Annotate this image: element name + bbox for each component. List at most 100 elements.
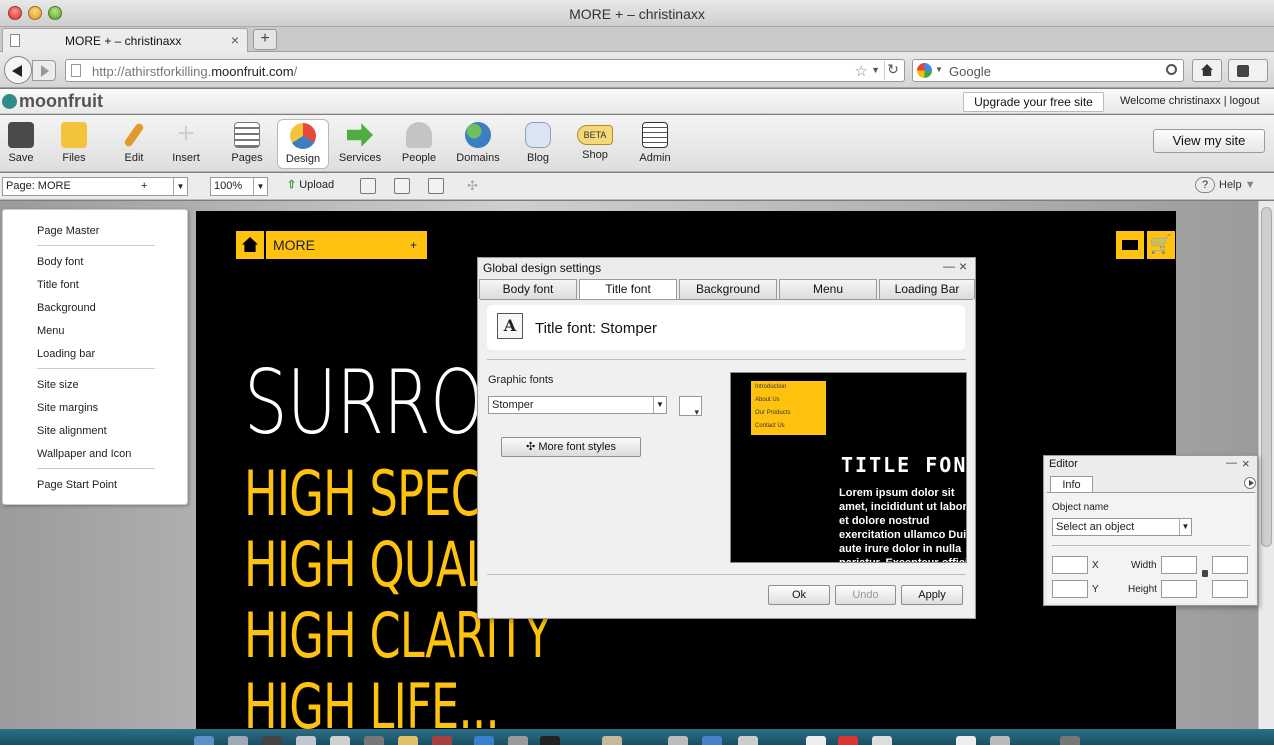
app-icon[interactable] bbox=[364, 736, 384, 745]
undo-button[interactable]: Undo bbox=[835, 585, 896, 605]
bookmark-star-icon[interactable]: ☆ bbox=[855, 62, 868, 80]
height-input[interactable] bbox=[1161, 580, 1197, 598]
minimize-icon[interactable]: — bbox=[943, 259, 955, 273]
help-button[interactable]: ? Help ▼ bbox=[1195, 177, 1256, 193]
site-tagline[interactable]: HIGH LIFE... bbox=[244, 676, 500, 730]
tool-save[interactable]: Save bbox=[0, 119, 47, 169]
app-icon[interactable] bbox=[432, 736, 452, 745]
mail-icon[interactable] bbox=[262, 736, 282, 745]
ok-button[interactable]: Ok bbox=[768, 585, 830, 605]
chevron-down-icon[interactable]: ▼ bbox=[653, 397, 666, 413]
design-item-menu[interactable]: Menu bbox=[37, 325, 65, 337]
browser-tab[interactable]: MORE + – christinaxx × bbox=[2, 28, 248, 52]
x-input[interactable] bbox=[1052, 556, 1088, 574]
expand-arrow-icon[interactable] bbox=[1244, 477, 1256, 489]
tool-pages[interactable]: Pages bbox=[221, 119, 273, 169]
tool-domains[interactable]: Domains bbox=[452, 119, 504, 169]
safari-icon[interactable] bbox=[296, 736, 316, 745]
design-item-loading-bar[interactable]: Loading bar bbox=[37, 348, 95, 360]
app-icon[interactable] bbox=[702, 736, 722, 745]
site-home-icon[interactable] bbox=[236, 231, 264, 259]
chevron-down-icon[interactable]: ▼ bbox=[253, 178, 267, 195]
tool-design[interactable]: Design bbox=[277, 119, 329, 169]
app-icon[interactable] bbox=[990, 736, 1010, 745]
app-icon[interactable] bbox=[540, 736, 560, 745]
copy-icon[interactable] bbox=[394, 178, 410, 194]
upload-button[interactable]: ⇧ Upload bbox=[287, 178, 334, 191]
site-mail-icon[interactable] bbox=[1116, 231, 1144, 259]
dashboard-icon[interactable] bbox=[228, 736, 248, 745]
design-item-background[interactable]: Background bbox=[37, 302, 96, 314]
finder-icon[interactable] bbox=[194, 736, 214, 745]
tool-people[interactable]: People bbox=[393, 119, 445, 169]
search-engine-dropdown-icon[interactable]: ▼ bbox=[935, 65, 943, 74]
tool-blog[interactable]: Blog bbox=[512, 119, 564, 169]
site-tagline[interactable]: HIGH SPEC bbox=[244, 463, 482, 525]
addon-button[interactable] bbox=[1228, 59, 1268, 82]
design-item-wallpaper-icon[interactable]: Wallpaper and Icon bbox=[37, 448, 131, 460]
chevron-down-icon[interactable]: ▼ bbox=[1179, 519, 1191, 535]
vertical-scrollbar[interactable] bbox=[1258, 201, 1274, 729]
chevron-down-icon[interactable]: ▼ bbox=[173, 178, 187, 195]
search-icon[interactable] bbox=[1166, 64, 1177, 75]
design-item-body-font[interactable]: Body font bbox=[37, 256, 83, 268]
view-my-site-button[interactable]: View my site bbox=[1153, 129, 1265, 153]
move-icon[interactable]: ✣ bbox=[467, 178, 478, 194]
tab-loading-bar[interactable]: Loading Bar bbox=[879, 279, 975, 299]
app-icon[interactable] bbox=[806, 736, 826, 745]
url-history-dropdown-icon[interactable]: ▼ bbox=[871, 65, 880, 75]
design-item-site-size[interactable]: Site size bbox=[37, 379, 79, 391]
site-menu-item[interactable]: MORE + bbox=[266, 231, 427, 259]
apply-button[interactable]: Apply bbox=[901, 585, 963, 605]
page-select[interactable]: Page: MORE + ▼ bbox=[2, 177, 188, 196]
welcome-text[interactable]: Welcome christinaxx | logout bbox=[1120, 95, 1260, 107]
design-item-site-margins[interactable]: Site margins bbox=[37, 402, 98, 414]
design-item-page-master[interactable]: Page Master bbox=[37, 225, 99, 237]
tool-files[interactable]: Files bbox=[48, 119, 100, 169]
app-icon[interactable] bbox=[738, 736, 758, 745]
search-bar[interactable]: ▼ Google bbox=[912, 59, 1184, 82]
tool-insert[interactable]: + Insert bbox=[160, 119, 212, 169]
scrollbar-thumb[interactable] bbox=[1261, 207, 1272, 547]
aspect-lock-icon[interactable] bbox=[1202, 570, 1208, 577]
tool-admin[interactable]: Admin bbox=[629, 119, 681, 169]
close-icon[interactable]: × bbox=[231, 32, 239, 48]
url-bar[interactable]: http://athirstforkilling.moonfruit.com/ … bbox=[65, 59, 905, 82]
width-alt-input[interactable] bbox=[1212, 556, 1248, 574]
google-icon[interactable] bbox=[917, 63, 932, 78]
site-headline[interactable]: SURRO bbox=[244, 359, 484, 447]
trash-can-icon[interactable] bbox=[1060, 736, 1080, 745]
tab-body-font[interactable]: Body font bbox=[479, 279, 577, 299]
back-button[interactable] bbox=[4, 56, 32, 84]
app-icon[interactable] bbox=[398, 736, 418, 745]
more-font-styles-button[interactable]: ✣ More font styles bbox=[501, 437, 641, 457]
design-item-page-start-point[interactable]: Page Start Point bbox=[37, 479, 117, 491]
height-alt-input[interactable] bbox=[1212, 580, 1248, 598]
tab-info[interactable]: Info bbox=[1050, 476, 1093, 493]
minimize-icon[interactable]: — bbox=[1226, 457, 1237, 469]
width-input[interactable] bbox=[1161, 556, 1197, 574]
tool-services[interactable]: Services bbox=[334, 119, 386, 169]
app-icon[interactable] bbox=[602, 736, 622, 745]
new-tab-button[interactable]: + bbox=[253, 29, 277, 50]
app-icon[interactable] bbox=[838, 736, 858, 745]
design-item-title-font[interactable]: Title font bbox=[37, 279, 79, 291]
tool-shop[interactable]: BETA Shop bbox=[569, 119, 621, 169]
app-icon[interactable] bbox=[872, 736, 892, 745]
site-tagline[interactable]: HIGH QUAL bbox=[244, 534, 491, 596]
app-icon[interactable] bbox=[956, 736, 976, 745]
site-cart-icon[interactable]: 🛒 bbox=[1147, 231, 1175, 259]
upgrade-button[interactable]: Upgrade your free site bbox=[963, 92, 1104, 112]
tool-edit[interactable]: Edit bbox=[108, 119, 160, 169]
close-icon[interactable]: × bbox=[959, 258, 967, 274]
home-button[interactable] bbox=[1192, 59, 1222, 82]
app-icon[interactable] bbox=[474, 736, 494, 745]
tab-menu[interactable]: Menu bbox=[779, 279, 877, 299]
design-item-site-alignment[interactable]: Site alignment bbox=[37, 425, 107, 437]
font-color-picker[interactable] bbox=[679, 396, 702, 418]
tab-background[interactable]: Background bbox=[679, 279, 777, 299]
url-text[interactable]: http://athirstforkilling.moonfruit.com/ bbox=[92, 64, 297, 79]
app-icon[interactable] bbox=[668, 736, 688, 745]
zoom-select[interactable]: 100% ▼ bbox=[210, 177, 268, 196]
object-select[interactable]: Select an object ▼ bbox=[1052, 518, 1192, 536]
